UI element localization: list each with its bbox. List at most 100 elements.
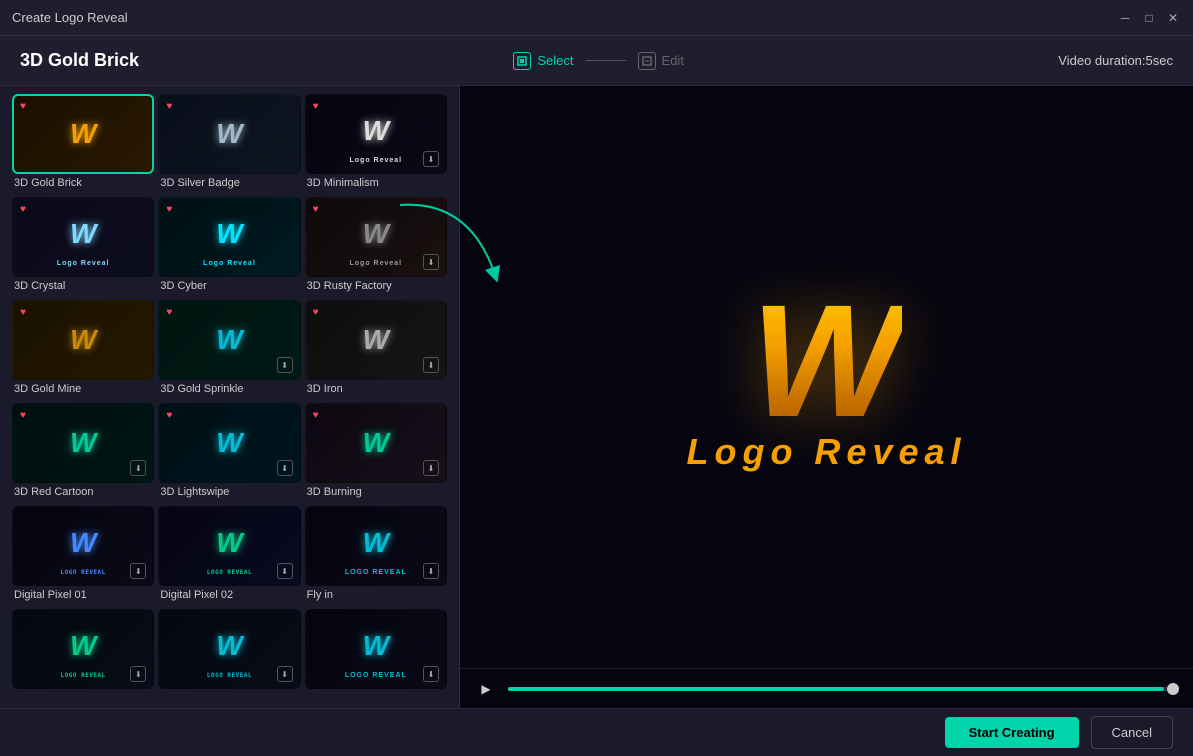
heart-icon[interactable]: ♥: [166, 101, 172, 112]
heart-icon[interactable]: ♥: [20, 204, 26, 215]
heart-icon[interactable]: ♥: [313, 410, 319, 421]
template-name-label: Digital Pixel 01: [12, 589, 154, 601]
template-name-label: Fly in: [305, 589, 447, 601]
download-icon[interactable]: ⬇: [277, 563, 293, 579]
preview-controls: ▶: [460, 668, 1193, 708]
template-item[interactable]: WLOGO REVEAL⬇: [12, 609, 154, 696]
content-area: ♥W3D Gold Brick♥W3D Silver Badge♥WLogo R…: [0, 86, 1193, 708]
preview-content: W Logo Reveal: [686, 281, 966, 473]
template-reveal-text: Logo Reveal: [203, 260, 256, 267]
template-logo-letter: W: [216, 326, 242, 354]
template-thumbnail[interactable]: ♥W: [12, 94, 154, 174]
start-creating-button[interactable]: Start Creating: [945, 717, 1079, 748]
heart-icon[interactable]: ♥: [20, 410, 26, 421]
template-name-label: 3D Crystal: [12, 280, 154, 292]
progress-fill: [508, 687, 1164, 691]
edit-step-label: Edit: [662, 53, 684, 68]
template-item[interactable]: WLOGO REVEAL⬇: [305, 609, 447, 696]
template-item[interactable]: WLOGO REVEAL⬇ Digital Pixel 01: [12, 506, 154, 605]
download-icon[interactable]: ⬇: [130, 460, 146, 476]
template-name-label: 3D Gold Brick: [12, 177, 154, 189]
heart-icon[interactable]: ♥: [166, 204, 172, 215]
close-button[interactable]: ✕: [1165, 10, 1181, 26]
download-icon[interactable]: ⬇: [423, 357, 439, 373]
template-name-label: 3D Cyber: [158, 280, 300, 292]
template-thumbnail[interactable]: WLOGO REVEAL⬇: [158, 506, 300, 586]
template-item[interactable]: ♥WLogo Reveal⬇3D Minimalism: [305, 94, 447, 193]
template-thumbnail[interactable]: ♥WLogo Reveal: [12, 197, 154, 277]
template-item[interactable]: WLOGO REVEAL⬇ Fly in: [305, 506, 447, 605]
page-title: 3D Gold Brick: [20, 50, 139, 71]
template-reveal-text: LOGO REVEAL: [345, 672, 407, 679]
template-item[interactable]: WLOGO REVEAL⬇: [158, 609, 300, 696]
template-thumbnail[interactable]: ♥WLogo Reveal: [158, 197, 300, 277]
template-item[interactable]: ♥WLogo Reveal 3D Cyber: [158, 197, 300, 296]
download-icon[interactable]: ⬇: [423, 254, 439, 270]
template-thumbnail[interactable]: ♥W⬇: [12, 403, 154, 483]
download-icon[interactable]: ⬇: [130, 563, 146, 579]
template-thumbnail[interactable]: ♥W⬇: [305, 403, 447, 483]
template-item[interactable]: WLOGO REVEAL⬇ Digital Pixel 02: [158, 506, 300, 605]
heart-icon[interactable]: ♥: [166, 307, 172, 318]
template-thumbnail[interactable]: ♥ W ⬇: [158, 403, 300, 483]
template-item[interactable]: ♥ W ⬇ 3D Lightswipe: [158, 403, 300, 502]
progress-thumb[interactable]: [1167, 683, 1179, 695]
template-name-label: 3D Rusty Factory: [305, 280, 447, 292]
heart-icon[interactable]: ♥: [166, 410, 172, 421]
template-item[interactable]: ♥W3D Gold Mine: [12, 300, 154, 399]
cancel-button[interactable]: Cancel: [1091, 716, 1173, 749]
step-divider: [586, 60, 626, 61]
select-step-label: Select: [537, 53, 573, 68]
maximize-button[interactable]: □: [1141, 10, 1157, 26]
template-item[interactable]: ♥W3D Silver Badge: [158, 94, 300, 193]
template-thumbnail[interactable]: WLOGO REVEAL⬇: [12, 609, 154, 689]
progress-track[interactable]: [508, 687, 1177, 691]
template-logo-letter: W: [216, 120, 242, 148]
template-logo-letter: W: [70, 326, 96, 354]
template-thumbnail[interactable]: WLOGO REVEAL⬇: [305, 609, 447, 689]
template-thumbnail[interactable]: ♥ W ⬇: [158, 300, 300, 380]
template-item[interactable]: ♥ W ⬇ 3D Iron: [305, 300, 447, 399]
template-item[interactable]: ♥W 3D Gold Brick: [12, 94, 154, 193]
download-icon[interactable]: ⬇: [423, 563, 439, 579]
template-item[interactable]: ♥W⬇3D Burning: [305, 403, 447, 502]
download-icon[interactable]: ⬇: [423, 151, 439, 167]
minimize-button[interactable]: ─: [1117, 10, 1133, 26]
title-bar-title: Create Logo Reveal: [12, 10, 128, 25]
preview-area: W Logo Reveal: [460, 86, 1193, 668]
template-thumbnail[interactable]: ♥W: [12, 300, 154, 380]
download-icon[interactable]: ⬇: [277, 460, 293, 476]
template-thumbnail[interactable]: WLOGO REVEAL⬇: [305, 506, 447, 586]
template-name-label: Digital Pixel 02: [158, 589, 300, 601]
template-name-label: 3D Lightswipe: [158, 486, 300, 498]
template-logo-letter: W: [216, 429, 242, 457]
step-edit[interactable]: Edit: [638, 52, 684, 70]
heart-icon[interactable]: ♥: [20, 101, 26, 112]
templates-grid: ♥W3D Gold Brick♥W3D Silver Badge♥WLogo R…: [0, 86, 459, 708]
heart-icon[interactable]: ♥: [313, 101, 319, 112]
template-thumbnail[interactable]: WLOGO REVEAL⬇: [158, 609, 300, 689]
template-item[interactable]: ♥W⬇3D Red Cartoon: [12, 403, 154, 502]
template-thumbnail[interactable]: ♥WLogo Reveal⬇: [305, 94, 447, 174]
template-item[interactable]: ♥WLogo Reveal⬇ 3D Rusty Factory: [305, 197, 447, 296]
template-logo-letter: W: [363, 326, 389, 354]
template-item[interactable]: ♥WLogo Reveal 3D Crystal: [12, 197, 154, 296]
template-thumbnail[interactable]: ♥W: [158, 94, 300, 174]
heart-icon[interactable]: ♥: [313, 204, 319, 215]
template-name-label: 3D Iron: [305, 383, 447, 395]
template-item[interactable]: ♥W⬇3D Gold Sprinkle: [158, 300, 300, 399]
play-button[interactable]: ▶: [476, 679, 496, 699]
step-select[interactable]: Select: [513, 52, 573, 70]
template-reveal-text: LOGO REVEAL: [61, 672, 106, 679]
footer: Start Creating Cancel: [0, 708, 1193, 756]
template-thumbnail[interactable]: ♥WLogo Reveal⬇: [305, 197, 447, 277]
download-icon[interactable]: ⬇: [277, 666, 293, 682]
download-icon[interactable]: ⬇: [423, 460, 439, 476]
download-icon[interactable]: ⬇: [277, 357, 293, 373]
heart-icon[interactable]: ♥: [313, 307, 319, 318]
download-icon[interactable]: ⬇: [423, 666, 439, 682]
download-icon[interactable]: ⬇: [130, 666, 146, 682]
heart-icon[interactable]: ♥: [20, 307, 26, 318]
template-thumbnail[interactable]: WLOGO REVEAL⬇: [12, 506, 154, 586]
template-thumbnail[interactable]: ♥ W ⬇: [305, 300, 447, 380]
